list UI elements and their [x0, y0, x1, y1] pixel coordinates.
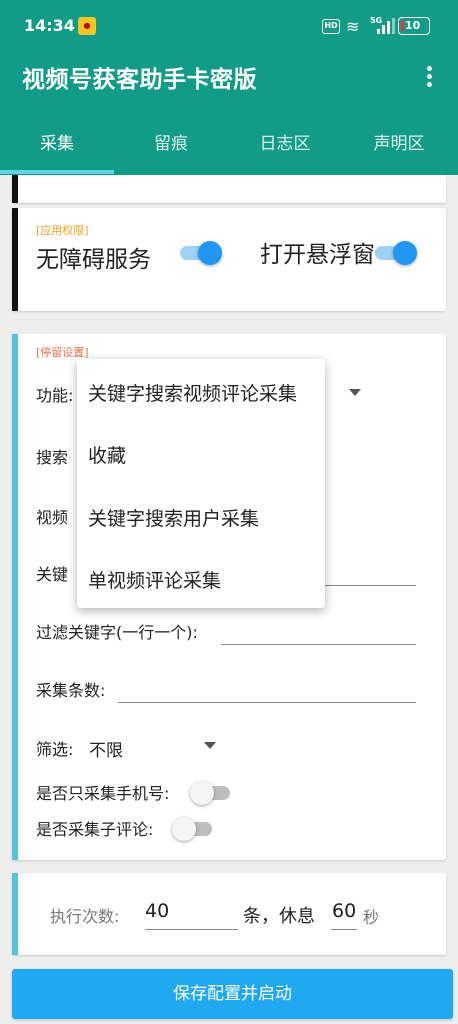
filter-label: 筛选: — [36, 740, 74, 759]
card-accent-bar — [12, 334, 18, 860]
previous-card — [12, 175, 446, 203]
permissions-section-label: [应用权限] — [36, 224, 89, 237]
dropdown-option[interactable]: 收藏 — [88, 441, 126, 468]
dropdown-option[interactable]: 关键字搜索视频评论采集 — [88, 379, 297, 406]
video-field-label: 视频 — [36, 508, 69, 527]
execution-times-label: 执行次数: — [50, 907, 120, 926]
stay-settings-section-label: [停留设置] — [36, 346, 89, 359]
function-label: 功能: — [36, 386, 74, 405]
accessibility-service-toggle[interactable] — [178, 240, 222, 265]
hd-icon: HD — [322, 19, 340, 34]
tab-log[interactable]: 日志区 — [228, 118, 342, 175]
keyword-input-underline[interactable] — [324, 585, 416, 586]
rest-seconds-input[interactable]: 60 — [332, 900, 356, 922]
rest-seconds-underline — [331, 929, 357, 930]
tab-statement[interactable]: 声明区 — [342, 118, 456, 175]
dropdown-option[interactable]: 单视频评论采集 — [88, 566, 221, 593]
status-bar: 14:34 ● HD ≋ 5G 10 — [0, 0, 458, 56]
battery-icon: 10 — [398, 17, 430, 35]
rest-unit-label: 秒 — [363, 908, 380, 927]
dropdown-option[interactable]: 关键字搜索用户采集 — [88, 504, 259, 531]
accessibility-service-label: 无障碍服务 — [36, 247, 151, 273]
tab-trace[interactable]: 留痕 — [114, 118, 228, 175]
status-time: 14:34 — [24, 16, 75, 35]
tab-bar: 采集 留痕 日志区 声明区 — [0, 118, 458, 175]
function-dropdown-arrow-icon[interactable] — [349, 389, 361, 396]
more-options-icon[interactable] — [420, 64, 440, 90]
app-bar: 14:34 ● HD ≋ 5G 10 视频号获客助手卡密版 采集 留痕 日志区 … — [0, 0, 458, 175]
card-accent-bar — [12, 175, 18, 203]
tab-collect[interactable]: 采集 — [0, 118, 114, 175]
execution-card: 执行次数: 40 条，休息 60 秒 — [12, 873, 446, 955]
execution-times-input[interactable]: 40 — [145, 900, 169, 922]
filter-dropdown-arrow-icon[interactable] — [204, 742, 216, 749]
filter-keyword-label: 过滤关键字(一行一个): — [36, 623, 198, 642]
collect-count-input[interactable] — [118, 702, 416, 703]
execution-times-underline — [145, 929, 238, 930]
keyword-field-label: 关键 — [36, 565, 69, 584]
notification-app-icon: ● — [78, 17, 96, 35]
sub-comment-label: 是否采集子评论: — [36, 820, 154, 839]
filter-select-value[interactable]: 不限 — [89, 736, 123, 761]
only-phone-label: 是否只采集手机号: — [36, 784, 170, 803]
search-field-label: 搜索 — [36, 448, 69, 467]
signal-icon — [373, 18, 395, 34]
overlay-window-toggle[interactable] — [373, 240, 417, 265]
card-accent-bar — [12, 873, 18, 955]
only-phone-toggle[interactable] — [190, 780, 234, 805]
tab-indicator — [0, 170, 114, 174]
wifi-icon: ≋ — [346, 17, 360, 36]
permissions-card: [应用权限] 无障碍服务 打开悬浮窗 — [12, 208, 446, 311]
collect-count-label: 采集条数: — [36, 681, 106, 700]
save-and-start-button[interactable]: 保存配置并启动 — [12, 969, 453, 1019]
overlay-window-label: 打开悬浮窗 — [260, 242, 375, 268]
sub-comment-toggle[interactable] — [172, 816, 216, 841]
battery-level: 10 — [405, 19, 421, 32]
execution-unit-label: 条，休息 — [243, 906, 315, 927]
filter-keyword-input[interactable] — [221, 644, 416, 645]
card-accent-bar — [12, 208, 18, 311]
function-dropdown-menu: 关键字搜索视频评论采集 收藏 关键字搜索用户采集 单视频评论采集 — [77, 359, 325, 608]
app-title: 视频号获客助手卡密版 — [22, 67, 257, 93]
